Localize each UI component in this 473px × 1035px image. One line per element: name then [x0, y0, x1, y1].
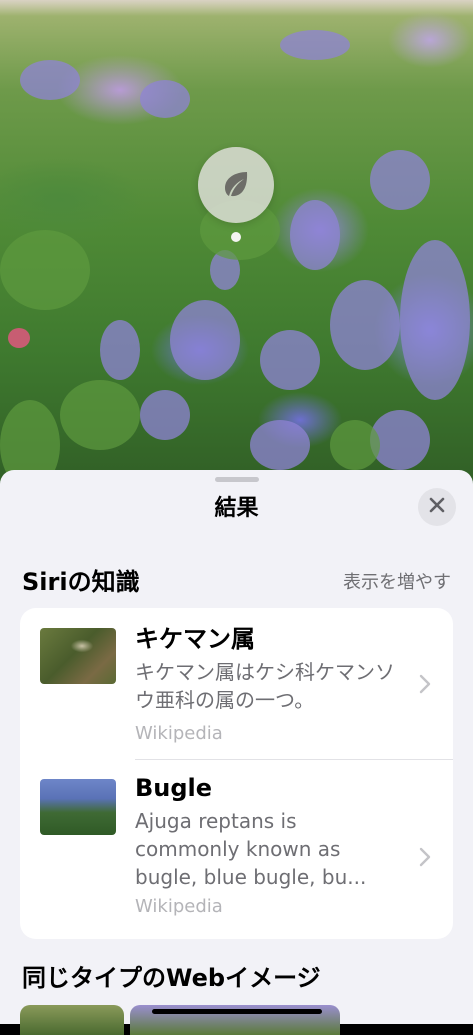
chevron-right-icon	[419, 674, 431, 694]
result-text: キケマン属 キケマン属はケシ科ケマンソウ亜科の属の一つ。 Wikipedia	[135, 624, 399, 746]
result-description: Ajuga reptans is commonly known as bugle…	[135, 809, 367, 889]
home-indicator[interactable]	[152, 1009, 322, 1014]
close-button[interactable]	[418, 488, 456, 526]
result-thumbnail	[40, 628, 116, 684]
plant-photo	[0, 0, 473, 500]
show-more-button[interactable]: 表示を増やす	[343, 568, 451, 594]
result-source: Wikipedia	[135, 896, 223, 917]
knowledge-result-row[interactable]: Bugle Ajuga reptans is commonly known as…	[20, 759, 453, 939]
visual-lookup-button[interactable]	[198, 147, 274, 223]
result-thumbnail	[40, 779, 116, 835]
close-icon	[429, 497, 445, 517]
siri-knowledge-title: Siriの知識	[22, 568, 140, 596]
lookup-anchor-dot	[231, 232, 241, 242]
knowledge-result-row[interactable]: キケマン属 キケマン属はケシ科ケマンソウ亜科の属の一つ。 Wikipedia	[20, 608, 453, 759]
web-images-title: 同じタイプのWebイメージ	[22, 964, 321, 992]
results-sheet: 結果 Siriの知識 表示を増やす キケマン属 キケマン属はケシ科ケマンソウ亜科…	[0, 470, 473, 1035]
result-title: Bugle	[135, 774, 213, 802]
siri-knowledge-header: Siriの知識 表示を増やす	[22, 562, 451, 596]
sheet-title: 結果	[214, 496, 259, 521]
leaf-icon	[217, 164, 255, 206]
chevron-right-icon	[419, 847, 431, 867]
result-text: Bugle Ajuga reptans is commonly known as…	[135, 773, 399, 919]
result-title: キケマン属	[135, 625, 255, 653]
sheet-grabber[interactable]	[215, 477, 259, 482]
web-image-thumbnail[interactable]	[20, 1005, 124, 1035]
result-source: Wikipedia	[135, 723, 223, 744]
result-description: キケマン属はケシ科ケマンソウ亜科の属の一つ。	[135, 660, 395, 712]
photo-top-strip	[0, 0, 473, 16]
siri-knowledge-card: キケマン属 キケマン属はケシ科ケマンソウ亜科の属の一つ。 Wikipedia B…	[20, 608, 453, 939]
